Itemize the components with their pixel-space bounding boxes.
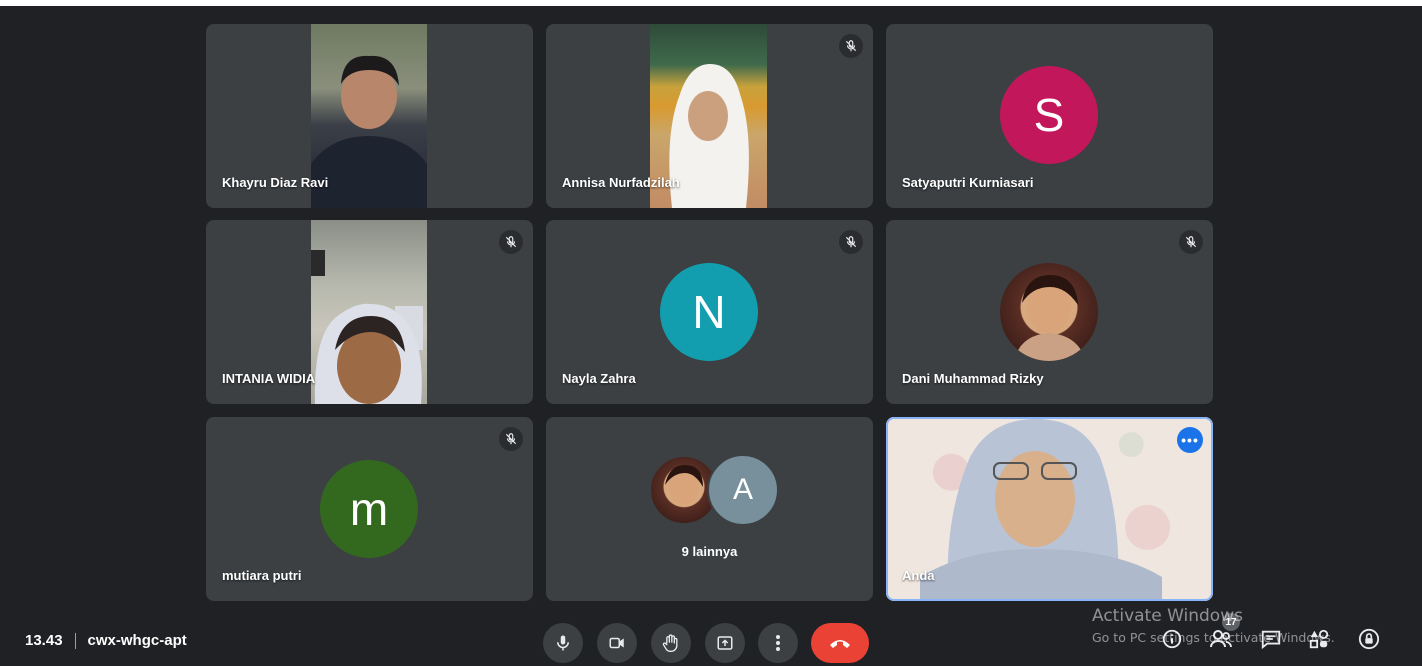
participant-video [311,220,427,404]
avatar: A [707,454,779,526]
more-options-button[interactable] [758,623,798,663]
participant-name: Anda [902,568,935,583]
self-tile[interactable]: ••• Anda [886,417,1213,601]
participant-tile-annisa[interactable]: Annisa Nurfadzilah [546,24,873,208]
meeting-info: 13.43 cwx-whgc-apt [25,632,187,649]
camera-button[interactable] [597,623,637,663]
muted-indicator [839,230,863,254]
mic-off-icon [845,40,857,52]
participant-name: Khayru Diaz Ravi [222,175,329,190]
avatar: N [660,263,758,361]
call-end-icon [830,640,850,648]
person-silhouette [311,250,423,404]
participant-tile-mutiara[interactable]: m mutiara putri [206,417,533,601]
activate-windows-watermark: Activate Windows Go to PC settings to ac… [1092,606,1335,645]
person-silhouette [920,419,1162,601]
mic-off-icon [505,236,517,248]
leave-call-button[interactable] [811,623,869,663]
videocam-icon [609,637,624,649]
watermark-title: Activate Windows [1092,606,1243,626]
participant-name: Nayla Zahra [562,371,636,386]
watermark-subtitle: Go to PC settings to activate Windows. [1092,630,1335,645]
self-video [886,417,1213,601]
host-controls-icon[interactable] [1356,626,1382,652]
avatar: m [320,460,418,558]
participant-tile-khayru[interactable]: Khayru Diaz Ravi [206,24,533,208]
meeting-code: cwx-whgc-apt [87,632,187,649]
participant-grid: Khayru Diaz Ravi Annisa Nurfadzilah S Sa… [0,0,1422,610]
avatar: S [1000,66,1098,164]
muted-indicator [499,230,523,254]
participant-name: Dani Muhammad Rizky [902,371,1044,386]
present-button[interactable] [705,623,745,663]
participant-tile-dani[interactable]: Dani Muhammad Rizky [886,220,1213,404]
participant-tile-nayla[interactable]: N Nayla Zahra [546,220,873,404]
more-vert-icon [776,635,780,651]
participant-name: Annisa Nurfadzilah [562,175,680,190]
avatar [1000,263,1098,361]
raise-hand-button[interactable] [651,623,691,663]
muted-indicator [1179,230,1203,254]
muted-indicator [499,427,523,451]
divider [74,632,76,649]
person-silhouette [311,55,427,208]
participant-name: INTANIA WIDIA [222,371,316,386]
hand-icon [662,634,678,652]
others-count-label: 9 lainnya [681,544,738,559]
present-icon [717,636,733,650]
microphone-button[interactable] [543,623,583,663]
more-horiz-icon[interactable]: ••• [1177,427,1203,453]
mic-icon [557,635,569,651]
participant-video [311,24,427,208]
participant-tile-intania[interactable]: INTANIA WIDIA [206,220,533,404]
person-photo [1014,275,1086,361]
others-tile[interactable]: A 9 lainnya [546,417,873,601]
mic-off-icon [1185,236,1197,248]
participant-name: mutiara putri [222,568,302,583]
mic-off-icon [505,433,517,445]
mic-off-icon [845,236,857,248]
clock-time: 13.43 [25,632,63,649]
muted-indicator [839,34,863,58]
participant-name: Satyaputri Kurniasari [902,175,1034,190]
participant-tile-satyaputri[interactable]: S Satyaputri Kurniasari [886,24,1213,208]
